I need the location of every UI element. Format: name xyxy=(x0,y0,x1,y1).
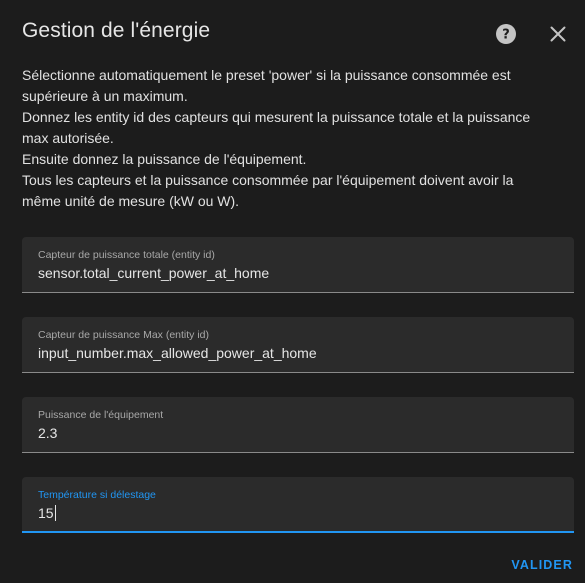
description-line: Tous les capteurs et la puissance consom… xyxy=(22,172,514,209)
dialog-description: Sélectionne automatiquement le preset 'p… xyxy=(22,65,572,212)
description-line: Donnez les entity id des capteurs qui me… xyxy=(22,109,531,146)
field-value: input_number.max_allowed_power_at_home xyxy=(38,345,317,361)
device-power-field[interactable]: Puissance de l'équipement 2.3 xyxy=(22,397,574,453)
field-label: Température si délestage xyxy=(38,489,156,501)
text-caret xyxy=(54,505,56,521)
help-button[interactable]: ? xyxy=(494,22,518,46)
dialog-header: Gestion de l'énergie ? xyxy=(0,0,585,64)
field-value: sensor.total_current_power_at_home xyxy=(38,265,270,281)
validate-button[interactable]: VALIDER xyxy=(503,552,573,578)
close-icon xyxy=(550,26,566,42)
field-underline xyxy=(22,531,574,533)
max-power-sensor-field[interactable]: Capteur de puissance Max (entity id) inp… xyxy=(22,317,574,373)
field-label: Puissance de l'équipement xyxy=(38,409,164,421)
svg-text:?: ? xyxy=(502,28,510,43)
field-underline xyxy=(22,452,574,453)
description-line: Sélectionne automatiquement le preset 'p… xyxy=(22,67,511,104)
energy-management-dialog: Gestion de l'énergie ? Sélectionne autom… xyxy=(0,0,585,583)
field-value: 2.3 xyxy=(38,425,58,441)
field-value: 15 xyxy=(38,505,54,521)
total-power-sensor-field[interactable]: Capteur de puissance totale (entity id) … xyxy=(22,237,574,293)
dialog-actions: VALIDER xyxy=(503,552,573,580)
shedding-temperature-field[interactable]: Température si délestage 15 xyxy=(22,477,574,533)
field-value-wrapper: 15 xyxy=(38,505,56,521)
field-label: Capteur de puissance totale (entity id) xyxy=(38,249,215,261)
description-line: Ensuite donnez la puissance de l'équipem… xyxy=(22,151,307,167)
help-circle-icon: ? xyxy=(496,24,516,44)
close-button[interactable] xyxy=(546,22,570,46)
field-underline xyxy=(22,372,574,373)
field-underline xyxy=(22,292,574,293)
field-label: Capteur de puissance Max (entity id) xyxy=(38,329,209,341)
dialog-title: Gestion de l'énergie xyxy=(22,19,211,42)
